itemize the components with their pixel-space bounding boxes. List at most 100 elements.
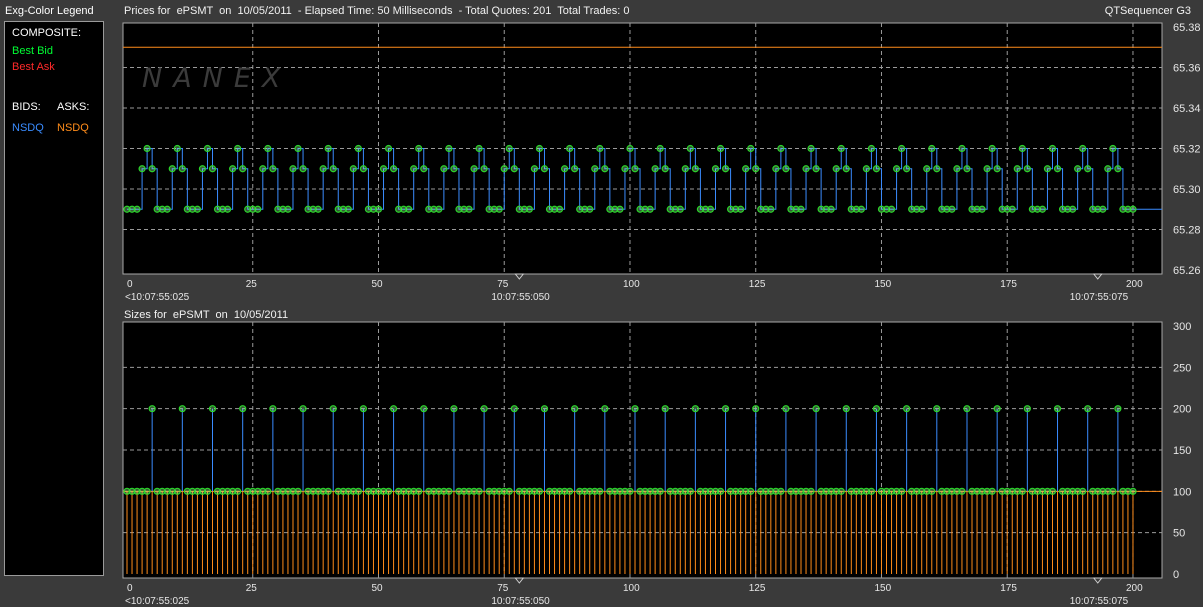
bid-price-point — [168, 165, 176, 173]
bid-size-point — [928, 487, 936, 495]
bid-price-point — [586, 205, 594, 213]
bid-price-point — [254, 205, 262, 213]
size-x-tick-label: 25 — [246, 583, 258, 594]
bid-price-point — [389, 165, 398, 173]
bid-price-point — [958, 144, 966, 153]
bid-price-point — [747, 144, 755, 153]
price-time-marker — [1092, 273, 1103, 280]
size-time-label: 10:07:55:075 — [1070, 596, 1129, 607]
bid-price-point — [208, 165, 217, 173]
bid-price-point — [897, 144, 906, 153]
bid-size-point — [993, 405, 1001, 413]
bid-size-point — [510, 405, 518, 413]
size-time-label: 10:07:55:050 — [491, 596, 550, 607]
bid-size-point — [1114, 405, 1122, 413]
size-y-tick-label: 250 — [1173, 362, 1191, 374]
size-time-marker — [1092, 577, 1103, 584]
bid-price-point — [475, 144, 483, 153]
bid-size-point — [807, 487, 815, 495]
bid-size-point — [239, 405, 247, 413]
bid-size-point — [812, 405, 820, 413]
bid-size-point — [234, 487, 242, 495]
bid-price-point — [314, 205, 322, 213]
bid-price-point — [651, 165, 659, 173]
bid-price-point — [1109, 144, 1117, 153]
bid-size-point — [1023, 405, 1031, 413]
size-time-marker — [514, 577, 525, 584]
size-chart: 0 50 100 150 200 250 300 0 25 50 75 100 125 150 175 200… — [122, 321, 1191, 607]
bid-price-point — [656, 144, 664, 153]
bid-price-point — [988, 144, 996, 153]
bid-price-point — [646, 205, 654, 213]
bid-price-point — [812, 165, 820, 173]
bid-size-point — [691, 405, 699, 413]
bid-price-point — [530, 165, 539, 173]
bid-size-point — [872, 405, 881, 413]
bid-price-point — [269, 165, 277, 173]
size-y-tick-label: 200 — [1173, 404, 1191, 416]
bid-price-point — [470, 165, 478, 173]
bid-price-point — [410, 165, 418, 173]
bid-price-point — [289, 165, 297, 173]
bid-size-point — [1053, 405, 1062, 413]
bid-size-point — [897, 487, 906, 495]
size-x-tick-label: 75 — [497, 583, 509, 594]
bid-price-point — [933, 165, 941, 173]
bid-size-point — [686, 487, 694, 495]
bid-price-point — [319, 165, 327, 173]
bid-size-point — [596, 487, 604, 495]
price-y-tick-label: 65.38 — [1173, 22, 1201, 34]
size-x-tick-label: 150 — [874, 583, 891, 594]
bid-price-point — [415, 144, 423, 153]
bid-price-point — [324, 144, 332, 153]
bid-price-point — [721, 165, 730, 173]
bid-price-point — [259, 165, 267, 173]
bid-size-point — [208, 405, 217, 413]
bid-price-point — [223, 205, 232, 213]
bid-price-point — [1074, 165, 1082, 173]
bid-price-point — [1038, 205, 1047, 213]
bid-price-point — [1084, 165, 1092, 173]
bid-size-point — [626, 487, 634, 495]
bid-price-point — [234, 144, 242, 153]
price-time-label: <10:07:55:025 — [125, 292, 190, 303]
bid-price-point — [264, 144, 272, 153]
price-time-label: 10:07:55:050 — [491, 292, 550, 303]
bid-size-point — [143, 487, 151, 495]
bid-price-point — [1104, 165, 1112, 173]
bid-price-point — [691, 165, 699, 173]
bid-price-point — [203, 144, 212, 153]
bid-size-point — [1109, 487, 1117, 495]
bid-price-point — [1114, 165, 1122, 173]
bid-size-point — [269, 405, 277, 413]
bid-price-point — [872, 165, 881, 173]
bid-price-point — [621, 165, 629, 173]
bid-price-point — [892, 165, 901, 173]
bid-size-point — [842, 405, 850, 413]
bid-price-point — [716, 144, 725, 153]
bid-price-point — [379, 165, 388, 173]
bid-price-point — [923, 165, 931, 173]
bid-price-point — [767, 205, 775, 213]
bid-size-point — [933, 405, 941, 413]
size-y-tick-label: 100 — [1173, 486, 1191, 498]
bid-size-point — [1018, 487, 1026, 495]
bid-size-point — [178, 405, 186, 413]
bid-price-point — [601, 165, 609, 173]
bid-price-point — [500, 165, 508, 173]
bid-size-point — [359, 405, 368, 413]
bid-size-point — [389, 405, 398, 413]
bid-price-point — [802, 165, 810, 173]
bid-size-point — [1079, 487, 1087, 495]
bid-price-point — [405, 205, 413, 213]
price-x-tick-label: 125 — [749, 279, 766, 290]
price-y-tick-label: 65.34 — [1173, 103, 1201, 115]
bid-size-point — [354, 487, 362, 495]
bid-price-point — [681, 165, 689, 173]
bid-price-point — [1013, 165, 1021, 173]
bid-price-point — [857, 205, 865, 213]
bid-price-point — [631, 165, 639, 173]
bid-size-point — [415, 487, 423, 495]
bid-price-point — [465, 205, 473, 213]
bid-price-point — [706, 205, 715, 213]
